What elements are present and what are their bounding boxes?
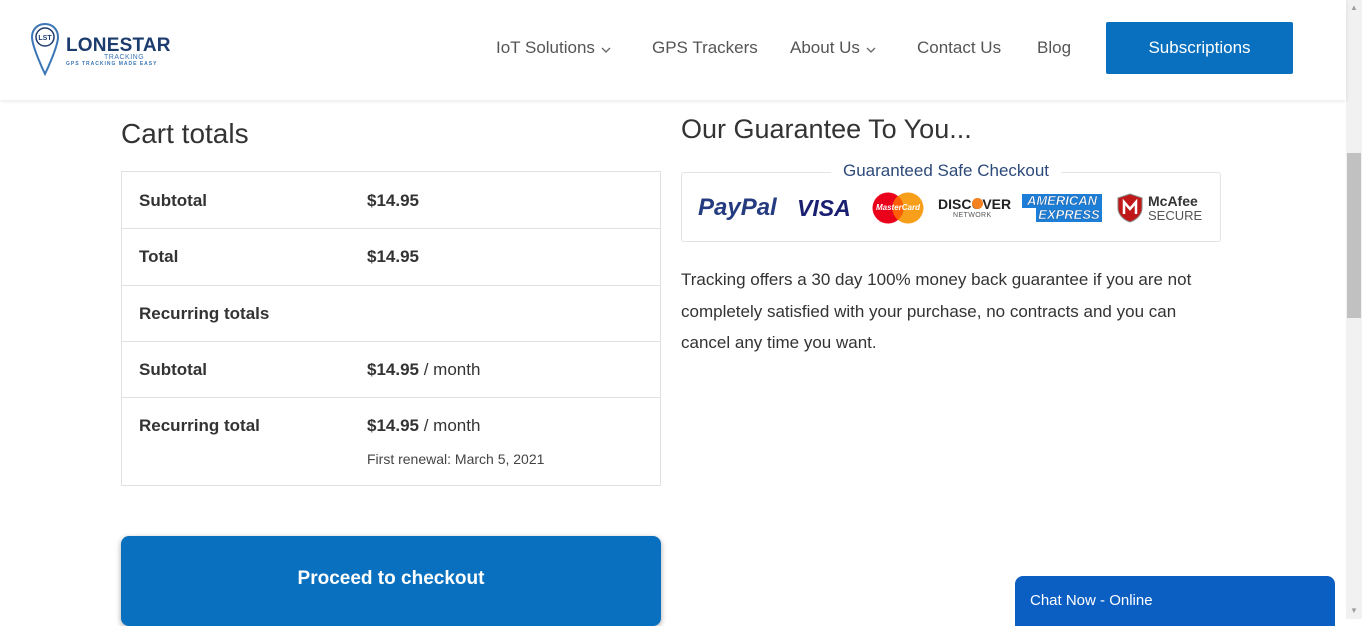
row-label: Recurring totals [139, 304, 270, 323]
nav-label: Contact Us [917, 38, 1002, 57]
nav-label: IoT Solutions [496, 38, 595, 57]
site-logo[interactable]: LST LONESTAR TRACKING GPS TRACKING MADE … [30, 22, 171, 76]
nav-about-us[interactable]: About Us [790, 38, 876, 58]
paypal-logo: PayPal [698, 194, 777, 222]
row-label: Subtotal [139, 360, 207, 379]
discover-dot [972, 198, 983, 209]
amex-line-2: EXPRESS [1036, 207, 1102, 222]
chat-label: Chat Now - Online [1030, 592, 1153, 609]
price-period: / month [423, 360, 481, 379]
mastercard-text: MasterCard [875, 203, 920, 212]
price-period: / month [423, 416, 481, 435]
table-row: Subtotal $14.95 [122, 172, 660, 228]
discover-network-text: NETWORK [953, 212, 992, 219]
scrollbar-thumb[interactable] [1347, 153, 1361, 318]
cart-totals-table: Subtotal $14.95 Total $14.95 Recurring t… [121, 171, 661, 486]
mcafee-secure-text: SECURE [1148, 208, 1203, 223]
cart-totals-title: Cart totals [121, 118, 249, 149]
guarantee-text: Tracking offers a 30 day 100% money back… [681, 270, 1192, 352]
chevron-down-icon [601, 38, 611, 58]
visa-logo: VISA [797, 195, 851, 221]
first-renewal-note: First renewal: March 5, 2021 [367, 451, 545, 467]
location-pin-logo-icon: LST [30, 22, 60, 76]
row-value: $14.95 / month [367, 360, 480, 380]
row-label: Recurring total [139, 416, 260, 435]
nav-label: Blog [1037, 38, 1072, 57]
logo-tagline: GPS TRACKING MADE EASY [66, 61, 158, 67]
row-value: $14.95 [367, 191, 419, 211]
amex-line-1: AMERICAN [1022, 193, 1102, 208]
scroll-down-arrow-icon[interactable]: ▼ [1346, 603, 1362, 619]
row-value: $14.95 [367, 247, 419, 267]
mcafee-text: McAfee [1148, 193, 1198, 209]
paypal-text: PayPal [698, 194, 777, 221]
price: $14.95 [367, 191, 419, 210]
price: $14.95 [367, 416, 419, 435]
chevron-down-icon [866, 38, 876, 58]
checkout-label: Proceed to checkout [297, 568, 485, 589]
logo-initials: LST [38, 35, 52, 42]
nav-contact-us[interactable]: Contact Us [917, 38, 1001, 58]
site-header: LST LONESTAR TRACKING GPS TRACKING MADE … [0, 0, 1346, 100]
nav-gps-trackers[interactable]: GPS Trackers [652, 38, 758, 58]
table-row: Recurring totals [122, 285, 660, 341]
nav-label: About Us [790, 38, 860, 57]
row-value: $14.95 / month [367, 416, 480, 436]
row-label: Subtotal [139, 191, 207, 210]
logo-sub: TRACKING [104, 54, 145, 61]
subscriptions-button[interactable]: Subscriptions [1106, 22, 1293, 74]
nav-iot-solutions[interactable]: IoT Solutions [496, 38, 611, 58]
proceed-to-checkout-button[interactable]: Proceed to checkout [121, 536, 661, 626]
discover-logo: DISCOVER NETWORK [938, 196, 1011, 219]
amex-logo: AMERICAN EXPRESS [1022, 193, 1102, 222]
table-row: Recurring total $14.95 / month First ren… [122, 397, 660, 485]
table-row: Total $14.95 [122, 228, 660, 285]
nav-label: GPS Trackers [652, 38, 758, 57]
guarantee-title: Our Guarantee To You... [681, 114, 972, 144]
scroll-up-arrow-icon[interactable]: ▲ [1346, 0, 1362, 16]
mastercard-logo: MasterCard [872, 192, 924, 224]
table-row: Subtotal $14.95 / month [122, 341, 660, 397]
mcafee-shield-icon [1117, 193, 1143, 223]
price: $14.95 [367, 247, 419, 266]
nav-blog[interactable]: Blog [1037, 38, 1071, 58]
row-label: Total [139, 247, 179, 266]
safe-checkout-caption: Guaranteed Safe Checkout [831, 161, 1062, 181]
price: $14.95 [367, 360, 419, 379]
